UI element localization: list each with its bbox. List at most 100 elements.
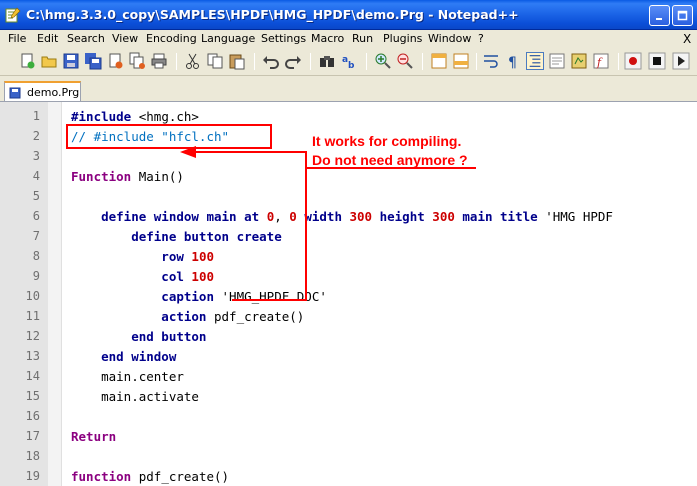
- line-number: 17: [25, 429, 40, 443]
- code-line[interactable]: 19 function pdf_create(): [0, 465, 697, 485]
- code-line[interactable]: 16: [0, 405, 697, 425]
- stop-macro-icon[interactable]: [648, 52, 666, 70]
- code-text: col 100: [71, 269, 214, 284]
- svg-text:¶: ¶: [508, 55, 517, 70]
- menu-plugins[interactable]: Plugins: [383, 32, 422, 45]
- paste-icon[interactable]: [228, 52, 246, 70]
- close-icon[interactable]: [106, 52, 124, 70]
- replace-icon[interactable]: ab: [340, 52, 358, 70]
- code-line[interactable]: 9 col 100: [0, 265, 697, 285]
- line-number: 2: [32, 129, 40, 143]
- menu-settings[interactable]: Settings: [261, 32, 306, 45]
- sync-v-icon[interactable]: [430, 52, 448, 70]
- menu-file[interactable]: File: [8, 32, 26, 45]
- tab-demo-prg[interactable]: demo.Prg: [4, 81, 81, 102]
- function-list-icon[interactable]: f: [592, 52, 610, 70]
- undo-icon[interactable]: [262, 52, 280, 70]
- cut-icon[interactable]: [184, 52, 202, 70]
- print-icon[interactable]: [150, 52, 168, 70]
- code-token: 100: [191, 269, 214, 284]
- code-text: define window main at 0, 0 width 300 hei…: [71, 209, 613, 224]
- line-number: 18: [25, 449, 40, 463]
- open-file-icon[interactable]: [40, 52, 58, 70]
- zoom-in-icon[interactable]: [374, 52, 392, 70]
- code-line[interactable]: 12 end button: [0, 325, 697, 345]
- word-wrap-icon[interactable]: [482, 52, 500, 70]
- close-document-button[interactable]: X: [683, 32, 691, 46]
- play-macro-icon[interactable]: [672, 52, 690, 70]
- code-token: 100: [191, 249, 214, 264]
- sync-h-icon[interactable]: [452, 52, 470, 70]
- line-number: 9: [32, 269, 40, 283]
- line-number: 8: [32, 249, 40, 263]
- code-token: col: [71, 269, 192, 284]
- doc-map-icon[interactable]: [570, 52, 588, 70]
- code-token: at: [236, 209, 267, 224]
- save-all-icon[interactable]: [84, 52, 102, 70]
- toolbar-separator: [176, 53, 177, 70]
- code-token: 'HMG HPDF: [545, 209, 613, 224]
- code-token: create: [236, 229, 282, 244]
- menu-search[interactable]: Search: [67, 32, 105, 45]
- code-text: Return: [71, 429, 116, 444]
- code-token: end button: [71, 329, 207, 344]
- save-icon[interactable]: [62, 52, 80, 70]
- menu-window[interactable]: Window: [428, 32, 471, 45]
- menu-language[interactable]: Language: [201, 32, 255, 45]
- menu-bar: File Edit Search View Encoding Language …: [0, 30, 697, 48]
- close-all-icon[interactable]: [128, 52, 146, 70]
- code-token: caption: [71, 289, 222, 304]
- tab-bar: demo.Prg: [0, 76, 697, 102]
- code-line[interactable]: 17 Return: [0, 425, 697, 445]
- maximize-button[interactable]: [672, 5, 693, 26]
- menu-encoding[interactable]: Encoding: [146, 32, 197, 45]
- code-token: pdf_create(): [131, 469, 230, 484]
- toolbar-separator: [422, 53, 423, 70]
- code-line[interactable]: 15 main.activate: [0, 385, 697, 405]
- menu-help[interactable]: ?: [478, 32, 484, 45]
- code-line[interactable]: 7 define button create: [0, 225, 697, 245]
- window-title: C:\hmg.3.3.0_copy\SAMPLES\HPDF\HMG_HPDF\…: [26, 7, 519, 22]
- redo-icon[interactable]: [284, 52, 302, 70]
- code-line[interactable]: 8 row 100: [0, 245, 697, 265]
- menu-macro[interactable]: Macro: [311, 32, 344, 45]
- code-text: end window: [71, 349, 176, 364]
- code-token: Return: [71, 429, 117, 444]
- annotation-text-line1: It works for compiling.: [312, 133, 462, 149]
- code-text: Function Main(): [71, 169, 184, 184]
- code-line[interactable]: 11 action pdf_create(): [0, 305, 697, 325]
- code-line[interactable]: 1 #include <hmg.ch>: [0, 105, 697, 125]
- find-icon[interactable]: [318, 52, 336, 70]
- line-number: 6: [32, 209, 40, 223]
- menu-edit[interactable]: Edit: [37, 32, 58, 45]
- code-line[interactable]: 6 define window main at 0, 0 width 300 h…: [0, 205, 697, 225]
- toolbar-separator: [254, 53, 255, 70]
- notepadpp-app-icon[interactable]: [5, 7, 21, 23]
- record-macro-icon[interactable]: [624, 52, 642, 70]
- code-line[interactable]: 18: [0, 445, 697, 465]
- minimize-button[interactable]: [649, 5, 670, 26]
- line-number: 16: [25, 409, 40, 423]
- code-line[interactable]: 5: [0, 185, 697, 205]
- code-token: height: [372, 209, 433, 224]
- zoom-out-icon[interactable]: [396, 52, 414, 70]
- code-token: define button: [71, 229, 237, 244]
- maximize-icon: [677, 10, 688, 21]
- code-line[interactable]: 4 Function Main(): [0, 165, 697, 185]
- menu-view[interactable]: View: [112, 32, 138, 45]
- new-file-icon[interactable]: [18, 52, 36, 70]
- code-line[interactable]: 14 main.center: [0, 365, 697, 385]
- code-text: function pdf_create(): [71, 469, 229, 484]
- code-token: 300: [432, 209, 455, 224]
- indent-guide-icon[interactable]: [526, 52, 544, 70]
- code-line[interactable]: 10 caption 'HMG_HPDF DOC': [0, 285, 697, 305]
- copy-icon[interactable]: [206, 52, 224, 70]
- line-number: 15: [25, 389, 40, 403]
- udl-icon[interactable]: [548, 52, 566, 70]
- code-text: caption 'HMG_HPDF DOC': [71, 289, 327, 304]
- svg-text:b: b: [348, 61, 355, 70]
- show-all-chars-icon[interactable]: ¶: [504, 52, 522, 70]
- code-line[interactable]: 13 end window: [0, 345, 697, 365]
- menu-run[interactable]: Run: [352, 32, 373, 45]
- toolbar-separator: [618, 53, 619, 70]
